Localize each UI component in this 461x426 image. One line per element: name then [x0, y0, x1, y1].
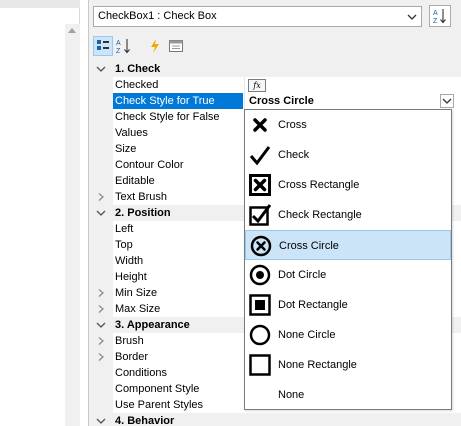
category-label: 1. Check [115, 63, 161, 75]
categorized-icon [97, 40, 109, 50]
property-name: Conditions [115, 367, 167, 379]
events-button[interactable] [145, 36, 165, 56]
none-circle-icon [249, 324, 271, 346]
option-label: Check Rectangle [278, 209, 362, 221]
chevron-down-icon [442, 98, 452, 104]
option-none-circle[interactable]: None Circle [245, 320, 451, 350]
property-name: Size [115, 143, 137, 155]
property-name: Contour Color [115, 159, 184, 171]
option-label: None Circle [278, 329, 336, 341]
chevron-down-icon[interactable] [96, 321, 106, 329]
chevron-down-icon[interactable] [96, 417, 106, 425]
cross-rectangle-icon [249, 174, 271, 196]
cross-icon [253, 118, 267, 132]
property-name: Min Size [115, 287, 158, 299]
property-name: Use Parent Styles [115, 399, 204, 411]
option-label: Check [278, 149, 310, 161]
check-rectangle-icon [249, 204, 271, 226]
property-row-check-style-true[interactable]: Check Style for True Cross Circle [89, 93, 461, 109]
option-check[interactable]: Check [245, 140, 451, 170]
svg-text:Z: Z [116, 48, 121, 54]
designer-canvas-pane [0, 0, 80, 426]
dot-circle-icon [249, 264, 271, 286]
option-none-rectangle[interactable]: None Rectangle [245, 350, 451, 380]
chevron-right-icon[interactable] [96, 193, 106, 201]
category-label: 4. Behavior [115, 415, 175, 426]
option-cross-circle[interactable]: Cross Circle [245, 230, 451, 260]
chevron-right-icon[interactable] [96, 353, 106, 361]
svg-text:A: A [433, 10, 438, 17]
property-name: Component Style [115, 383, 200, 395]
none-rectangle-icon [249, 354, 271, 376]
chevron-down-icon[interactable] [96, 65, 106, 73]
option-none[interactable]: None [245, 380, 451, 410]
option-cross-rectangle[interactable]: Cross Rectangle [245, 170, 451, 200]
option-label: None Rectangle [278, 359, 357, 371]
option-dot-circle[interactable]: Dot Circle [245, 260, 451, 290]
property-value-text: Cross Circle [249, 95, 314, 107]
property-name: Checked [115, 79, 159, 91]
canvas-ruler-strip [0, 0, 80, 8]
category-check[interactable]: 1. Check [89, 61, 461, 77]
check-style-dropdown-list: Cross Check Cross Rectangle Check Rectan… [244, 109, 452, 410]
option-label: Cross Rectangle [278, 179, 360, 191]
canvas-vertical-scrollbar[interactable] [65, 24, 80, 426]
alphabetical-view-button[interactable]: A Z [114, 36, 134, 56]
option-check-rectangle[interactable]: Check Rectangle [245, 200, 451, 230]
option-label: Cross Circle [279, 240, 339, 252]
object-selector-dropdown[interactable]: CheckBox1 : Check Box [93, 6, 422, 27]
option-label: Dot Circle [278, 269, 327, 281]
property-name: Top [115, 239, 133, 251]
scroll-up-arrow-icon[interactable] [68, 28, 76, 33]
chevron-right-icon[interactable] [96, 337, 106, 345]
sort-az-icon: A Z [433, 9, 446, 25]
value-dropdown-button[interactable] [440, 94, 454, 108]
cross-circle-icon [250, 235, 272, 257]
chevron-right-icon[interactable] [96, 305, 106, 313]
property-name: Max Size [115, 303, 161, 315]
check-icon [249, 146, 271, 166]
property-name: Editable [115, 175, 155, 187]
chevron-right-icon[interactable] [96, 289, 106, 297]
property-name: Text Brush [115, 191, 167, 203]
property-pages-button[interactable] [166, 36, 186, 56]
property-name: Check Style for True [113, 93, 243, 109]
sort-az-small-icon: A Z [116, 39, 130, 54]
lightning-icon [151, 39, 159, 53]
option-dot-rectangle[interactable]: Dot Rectangle [245, 290, 451, 320]
property-name: Brush [115, 335, 144, 347]
dot-rectangle-icon [249, 294, 271, 316]
property-row-checked[interactable]: Checked fx [89, 77, 461, 93]
properties-toolbar: A Z [89, 34, 461, 58]
property-value[interactable]: fx [244, 77, 461, 93]
expression-button[interactable]: fx [248, 79, 266, 92]
property-name: Values [115, 127, 148, 139]
category-behavior[interactable]: 4. Behavior [89, 413, 461, 426]
property-name: Width [115, 255, 144, 267]
property-pages-icon [169, 40, 183, 52]
sort-alphabetical-button[interactable]: A Z [429, 5, 451, 27]
property-name: Border [115, 351, 149, 363]
option-label: None [278, 389, 305, 401]
option-cross[interactable]: Cross [245, 110, 451, 140]
svg-text:Z: Z [433, 18, 438, 25]
property-value[interactable]: Cross Circle [244, 93, 461, 109]
property-name: Left [115, 223, 134, 235]
object-selector-value: CheckBox1 : Check Box [98, 10, 217, 22]
svg-text:A: A [116, 40, 121, 47]
chevron-down-icon [407, 14, 417, 20]
categorized-view-button[interactable] [93, 36, 113, 56]
option-label: Dot Rectangle [278, 299, 348, 311]
property-name: Check Style for False [115, 111, 220, 123]
property-name: Height [115, 271, 147, 283]
chevron-down-icon[interactable] [96, 209, 106, 217]
option-label: Cross [278, 119, 307, 131]
